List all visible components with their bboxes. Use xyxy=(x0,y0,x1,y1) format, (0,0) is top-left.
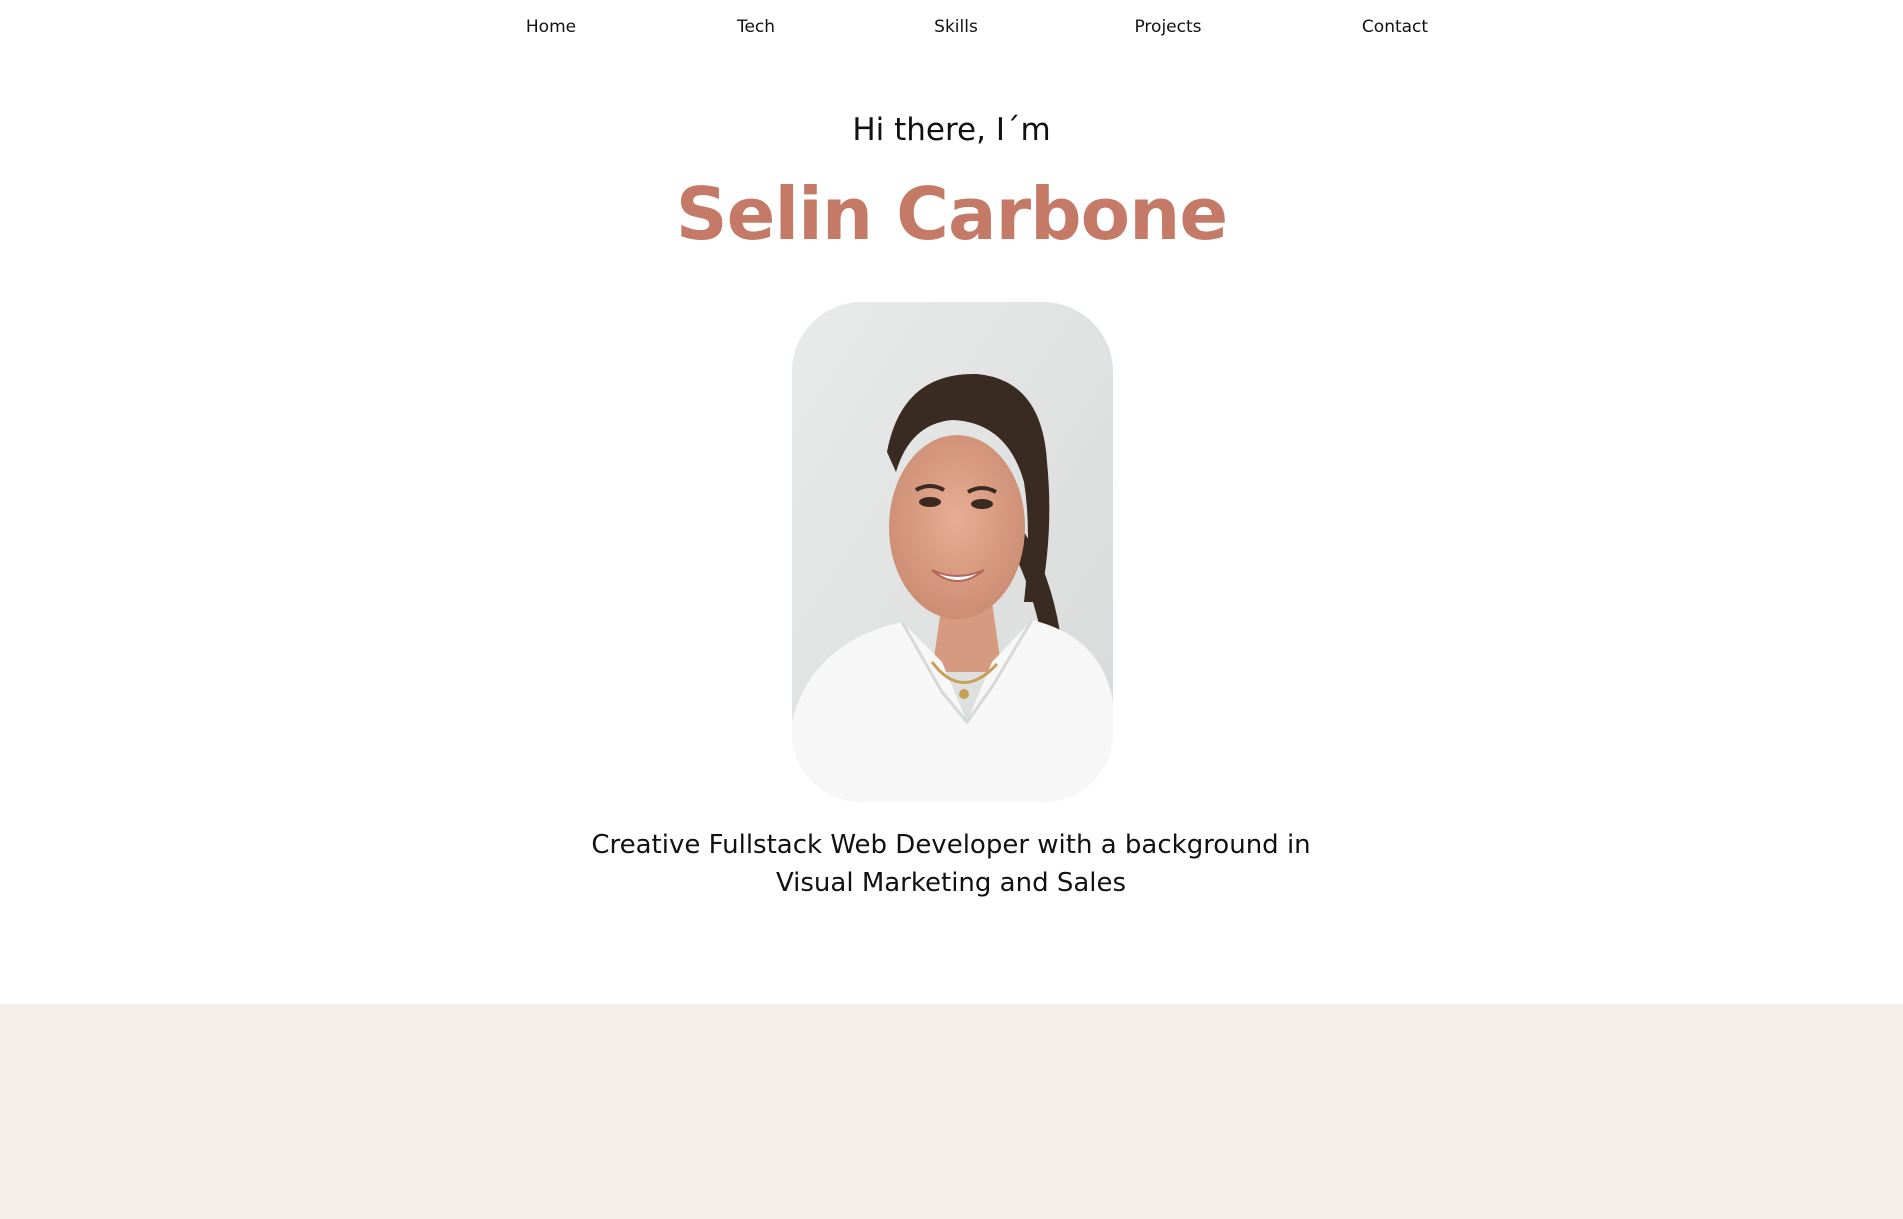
nav-link-home[interactable]: Home xyxy=(526,17,576,37)
nav-link-tech[interactable]: Tech xyxy=(737,17,775,37)
tagline-text: Creative Fullstack Web Developer with a … xyxy=(591,830,1311,898)
top-navigation: Home Tech Skills Projects Contact xyxy=(0,0,1903,60)
nav-link-contact[interactable]: Contact xyxy=(1362,17,1428,37)
greeting-text: Hi there, I´m xyxy=(852,112,1051,148)
nav-link-projects[interactable]: Projects xyxy=(1134,17,1201,37)
hero-name: Selin Carbone xyxy=(675,172,1228,256)
page: Hi there, I´m Selin Carbone Creative Ful… xyxy=(0,0,1903,1219)
hero-section: Hi there, I´m Selin Carbone Creative Ful… xyxy=(0,0,1903,1004)
nav-link-skills[interactable]: Skills xyxy=(934,17,978,37)
portrait-image xyxy=(792,302,1113,802)
tech-section xyxy=(0,1004,1903,1219)
